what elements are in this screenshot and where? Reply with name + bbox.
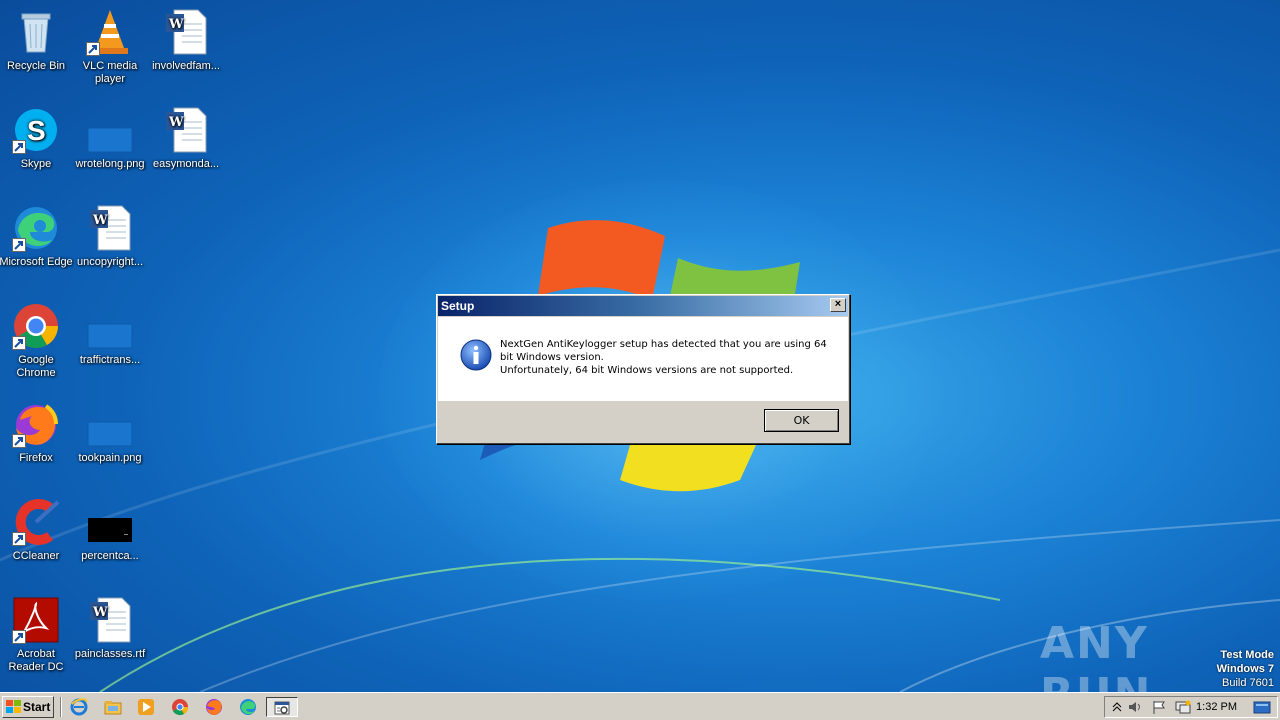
desktop-icon-tookpain[interactable]: tookpain.png	[72, 400, 148, 465]
svg-text:W: W	[92, 213, 108, 228]
taskbar: Start 1:32 PM	[0, 692, 1280, 720]
desktop-icon-traffictrans[interactable]: traffictrans...	[72, 302, 148, 367]
system-tray: 1:32 PM	[1104, 696, 1278, 718]
dialog-message-line2: Unfortunately, 64 bit Windows versions a…	[500, 365, 794, 376]
desktop-icon-chrome[interactable]: Google Chrome	[0, 302, 74, 380]
test-mode-info: Test Mode Windows 7 Build 7601	[1217, 648, 1274, 690]
word-doc-icon: W	[86, 204, 134, 252]
shortcut-arrow-icon	[12, 434, 26, 448]
anyrun-watermark: ANY RUN	[1040, 610, 1240, 692]
quicklaunch-ie[interactable]	[68, 697, 90, 717]
desktop-icon-painclasses[interactable]: W painclasses.rtf	[72, 596, 148, 661]
desktop-icon-edge[interactable]: Microsoft Edge	[0, 204, 74, 269]
acrobat-icon	[12, 596, 60, 644]
action-center-flag-icon[interactable]	[1151, 699, 1167, 715]
word-doc-icon: W	[162, 8, 210, 56]
ccleaner-icon	[12, 498, 60, 546]
windows-version-label: Windows 7	[1216, 663, 1274, 675]
setup-icon	[274, 701, 290, 715]
ie-icon	[70, 698, 88, 716]
desktop-icon-wrotelong[interactable]: wrotelong.png	[72, 106, 148, 171]
skype-icon: S	[12, 106, 60, 154]
volume-icon[interactable]	[1127, 699, 1143, 715]
start-label: Start	[23, 700, 51, 714]
quicklaunch-explorer[interactable]	[102, 697, 124, 717]
close-icon: ×	[834, 298, 842, 310]
show-desktop-icon[interactable]	[1253, 699, 1271, 715]
chrome-icon	[172, 699, 189, 716]
test-mode-label: Test Mode	[1220, 649, 1274, 661]
media-player-icon	[138, 699, 154, 715]
watermark-text: ANY RUN	[1040, 618, 1150, 692]
png-file-icon	[86, 106, 134, 154]
dialog-close-button[interactable]: ×	[830, 298, 846, 312]
firefox-icon	[206, 699, 222, 715]
info-icon	[460, 339, 492, 371]
shortcut-arrow-icon	[12, 238, 26, 252]
shortcut-arrow-icon	[12, 532, 26, 546]
png-file-icon	[86, 400, 134, 448]
svg-text:W: W	[168, 115, 184, 130]
shortcut-arrow-icon	[86, 42, 100, 56]
desktop-icon-acrobat[interactable]: Acrobat Reader DC	[0, 596, 74, 674]
dialog-body: NextGen AntiKeylogger setup has detected…	[438, 317, 848, 401]
taskbar-setup-app[interactable]	[266, 697, 298, 717]
dialog-title: Setup	[441, 299, 475, 313]
svg-text:W: W	[168, 17, 184, 32]
png-file-icon	[86, 302, 134, 350]
ok-button[interactable]: OK	[764, 409, 839, 432]
chrome-icon	[12, 302, 60, 350]
edge-icon	[12, 204, 60, 252]
desktop-icon-recycle-bin[interactable]: Recycle Bin	[0, 8, 74, 73]
network-icon[interactable]	[1175, 699, 1191, 715]
setup-dialog: Setup × NextGen AntiKeylogger setup has …	[436, 294, 850, 444]
windows-flag-icon	[6, 700, 21, 713]
desktop-icon-uncopyright[interactable]: W uncopyright...	[72, 204, 148, 269]
edge-icon	[240, 699, 256, 715]
svg-text:W: W	[92, 605, 108, 620]
start-button[interactable]: Start	[2, 696, 54, 718]
firefox-icon	[12, 400, 60, 448]
vlc-icon	[86, 8, 134, 56]
quicklaunch-media-player[interactable]	[135, 697, 157, 717]
desktop-icon-skype[interactable]: S Skype	[0, 106, 74, 171]
recycle-bin-icon	[12, 8, 60, 56]
desktop-icon-vlc[interactable]: VLC media player	[72, 8, 148, 86]
desktop-icon-percentca[interactable]: percentca...	[72, 498, 148, 563]
dialog-message-line1: NextGen AntiKeylogger setup has detected…	[500, 339, 827, 363]
dialog-message: NextGen AntiKeylogger setup has detected…	[500, 338, 830, 377]
clock[interactable]: 1:32 PM	[1196, 697, 1237, 717]
explorer-icon	[104, 701, 122, 715]
desktop-icon-involvedfam[interactable]: W involvedfam...	[148, 8, 224, 73]
svg-text:S: S	[27, 115, 46, 146]
build-label: Build 7601	[1222, 677, 1274, 689]
desktop-icon-easymonda[interactable]: W easymonda...	[148, 106, 224, 171]
black-image-icon	[86, 498, 134, 546]
shortcut-arrow-icon	[12, 140, 26, 154]
word-doc-icon: W	[86, 596, 134, 644]
dialog-titlebar[interactable]: Setup ×	[438, 296, 848, 316]
shortcut-arrow-icon	[12, 336, 26, 350]
desktop-icon-ccleaner[interactable]: CCleaner	[0, 498, 74, 563]
quicklaunch-edge[interactable]	[237, 697, 259, 717]
desktop: Recycle Bin VLC media player W involvedf…	[0, 0, 1280, 692]
shortcut-arrow-icon	[12, 630, 26, 644]
show-hidden-icons-chevron-up-icon[interactable]	[1111, 699, 1123, 715]
word-doc-icon: W	[162, 106, 210, 154]
desktop-icon-firefox[interactable]: Firefox	[0, 400, 74, 465]
quicklaunch-chrome[interactable]	[169, 697, 191, 717]
quicklaunch-firefox[interactable]	[203, 697, 225, 717]
taskbar-separator	[60, 697, 62, 717]
